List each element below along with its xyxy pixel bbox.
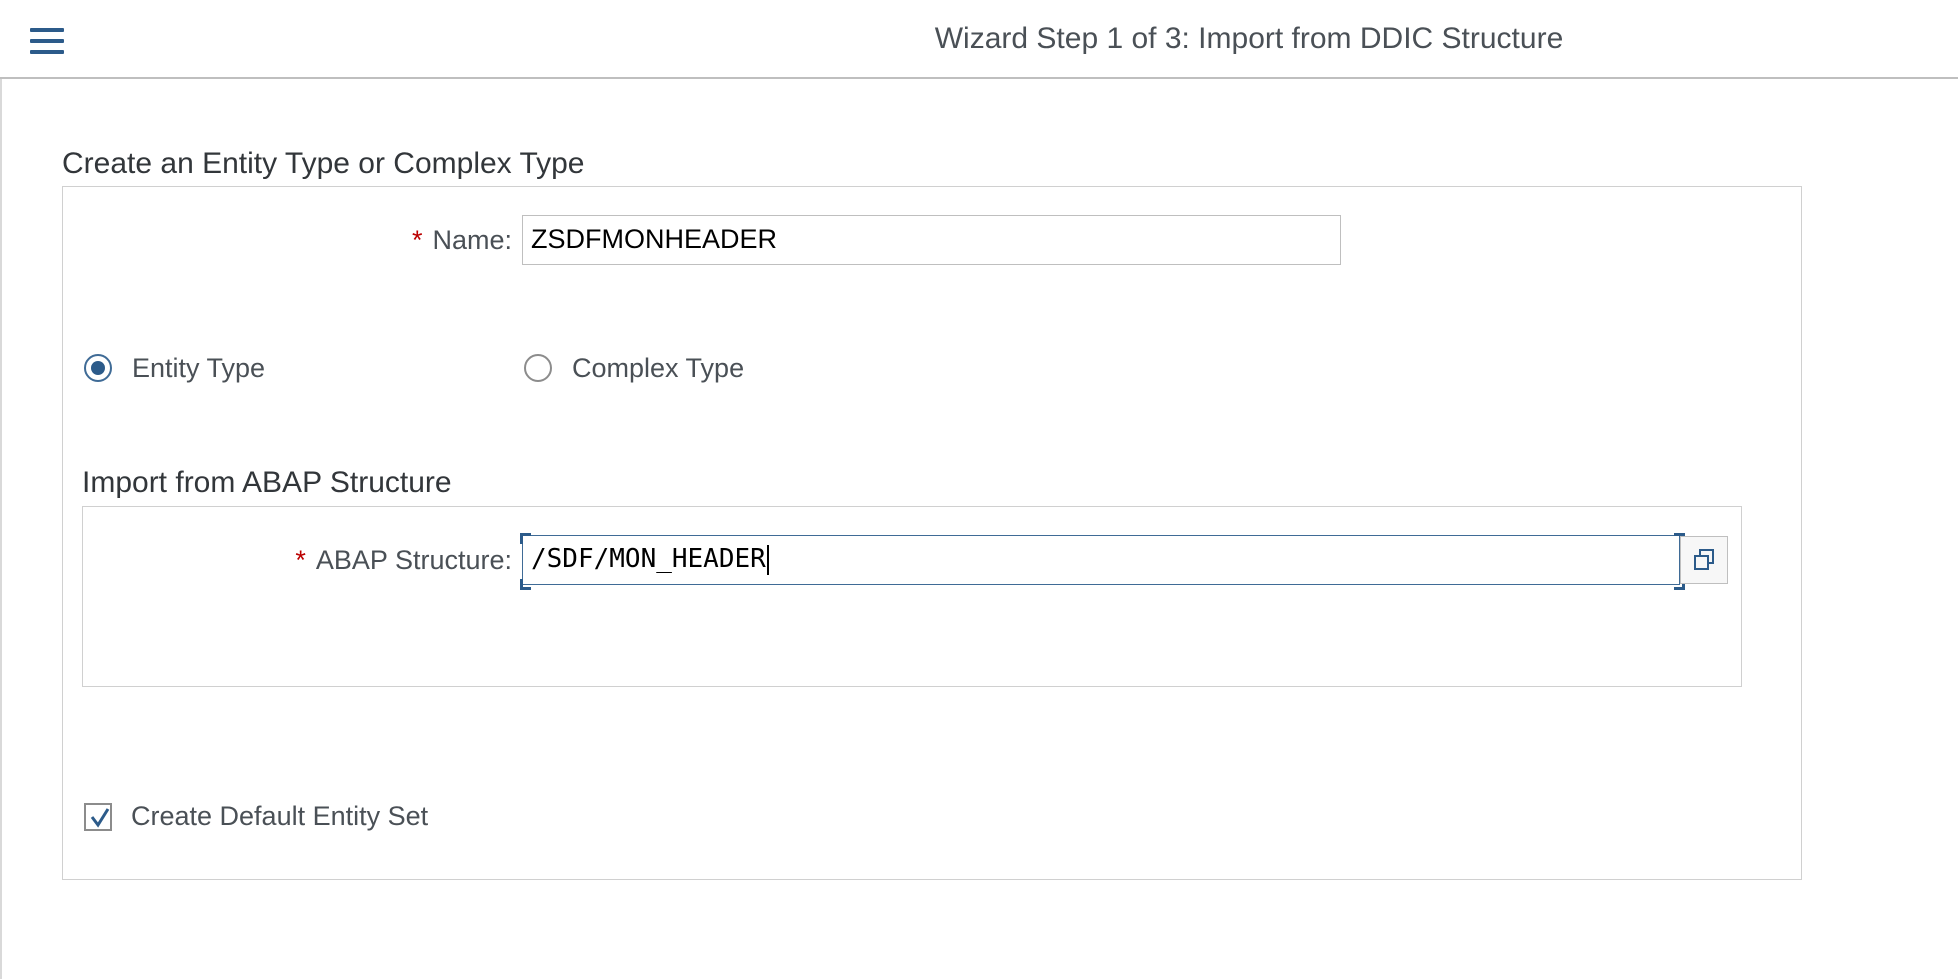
- required-marker: *: [295, 545, 306, 575]
- default-entity-set-checkbox[interactable]: [84, 803, 112, 831]
- focus-corner-top-left: [520, 533, 531, 544]
- page-header: Wizard Step 1 of 3: Import from DDIC Str…: [0, 0, 1958, 79]
- checkmark-icon: [90, 808, 110, 828]
- form-section-title: Create an Entity Type or Complex Type: [62, 147, 585, 180]
- name-label-text: Name:: [432, 225, 512, 255]
- name-input[interactable]: ZSDFMONHEADER: [522, 215, 1341, 265]
- import-panel: [82, 506, 1742, 687]
- name-label: * Name:: [300, 225, 512, 256]
- entity-type-label[interactable]: Entity Type: [132, 353, 265, 384]
- entity-type-radio[interactable]: [84, 354, 112, 382]
- abap-structure-label-text: ABAP Structure:: [315, 545, 512, 575]
- abap-structure-input[interactable]: /SDF/MON_HEADER: [522, 535, 1680, 585]
- default-entity-set-label[interactable]: Create Default Entity Set: [131, 801, 428, 832]
- focus-corner-bottom-left: [520, 579, 531, 590]
- required-marker: *: [411, 225, 423, 255]
- text-caret: [766, 544, 769, 575]
- header-title-container: Wizard Step 1 of 3: Import from DDIC Str…: [0, 0, 1958, 77]
- complex-type-label[interactable]: Complex Type: [572, 353, 744, 384]
- value-help-icon[interactable]: [1680, 536, 1728, 584]
- complex-type-radio[interactable]: [524, 354, 552, 382]
- window-left-border: [0, 0, 2, 979]
- abap-structure-value: /SDF/MON_HEADER: [531, 544, 766, 574]
- import-section-title: Import from ABAP Structure: [82, 466, 452, 499]
- abap-structure-label: * ABAP Structure:: [240, 545, 512, 576]
- page-title: Wizard Step 1 of 3: Import from DDIC Str…: [934, 22, 1564, 55]
